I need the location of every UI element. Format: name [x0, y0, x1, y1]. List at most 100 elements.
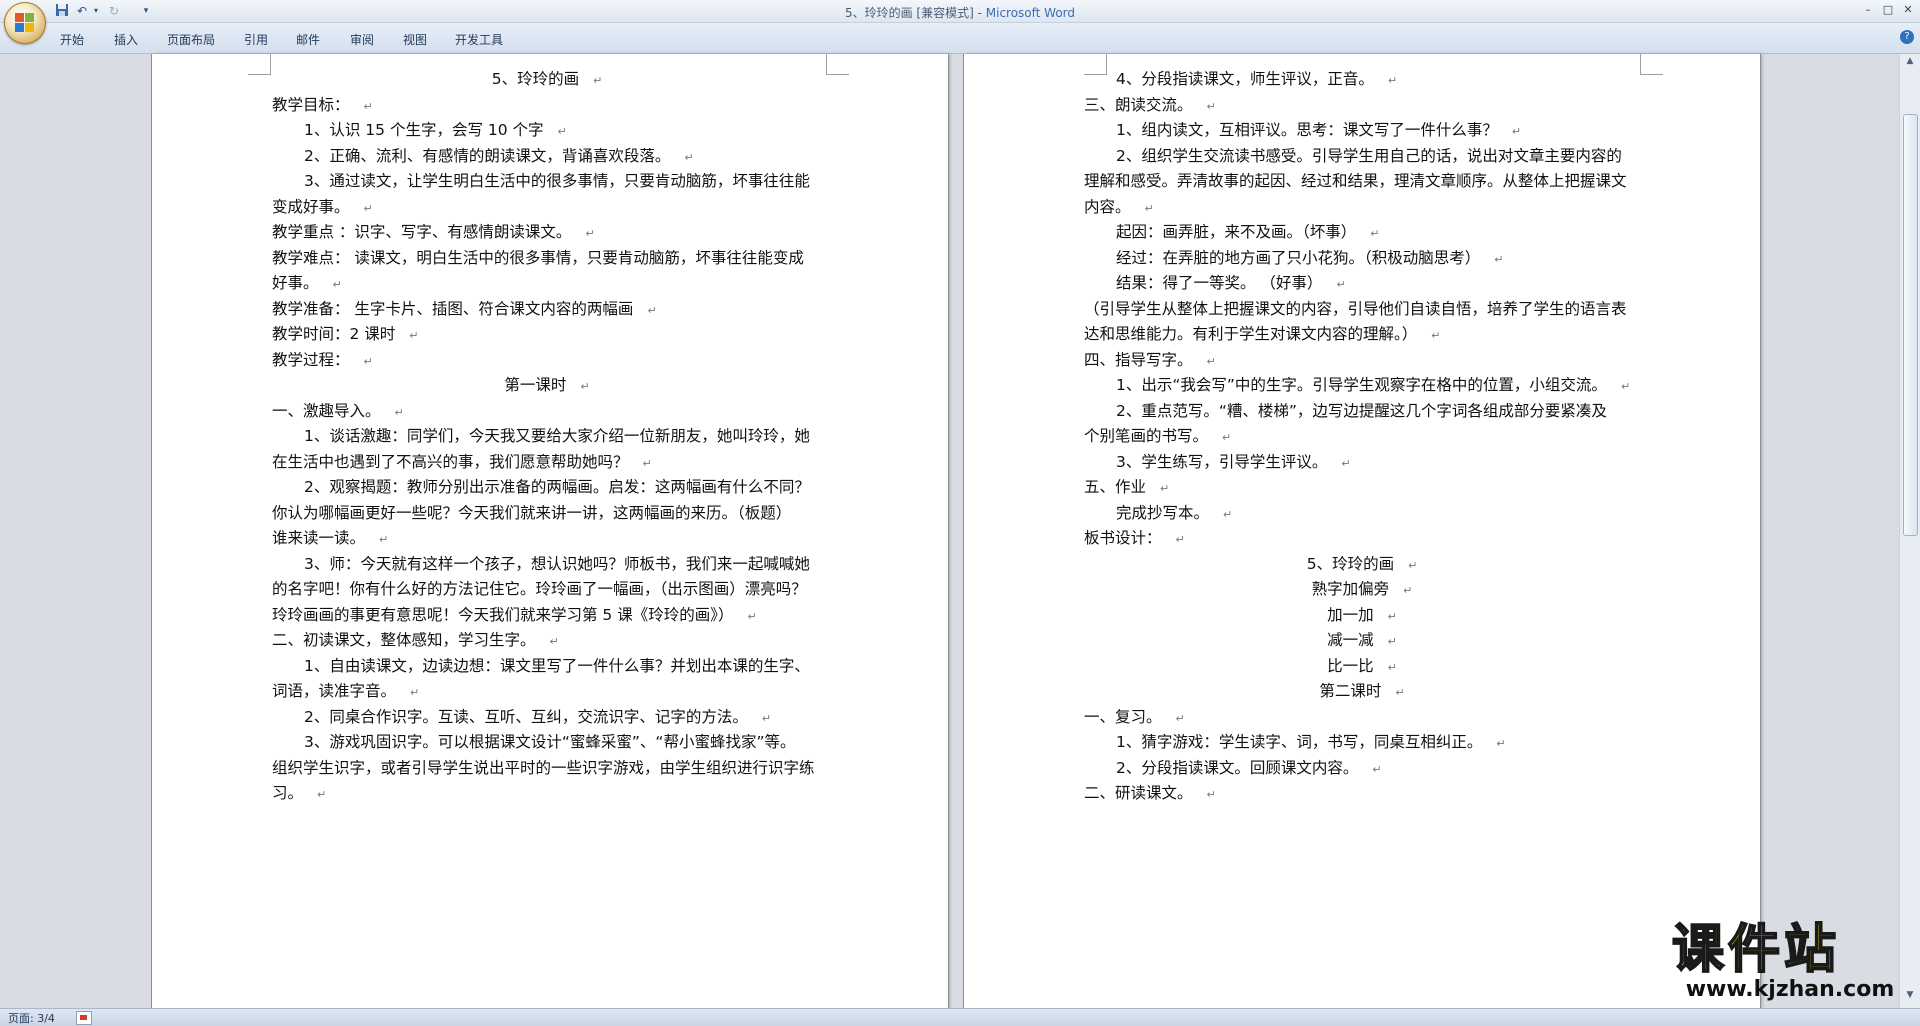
- line-text: 四、指导写字。: [1084, 350, 1193, 369]
- document-line: 减一减 ↵: [1084, 628, 1640, 650]
- line-text: 习。: [272, 784, 304, 802]
- line-text: 词语，读准字音。: [272, 682, 397, 700]
- document-line: 组织学生识字，或者引导学生说出平时的一些识字游戏，由学生组织进行识字练: [272, 756, 815, 778]
- vertical-scrollbar[interactable]: ▲ ▼: [1899, 54, 1920, 1008]
- paragraph-mark-icon: ↵: [1408, 558, 1418, 572]
- document-line: 教学重点 ：识字、写字、有感情朗读课文。 ↵: [272, 220, 595, 242]
- tab-insert[interactable]: 插入: [114, 31, 138, 48]
- document-line: （引导学生从整体上把握课文的内容，引导他们自读自悟，培养了学生的语言表: [1084, 297, 1627, 319]
- line-text: 4、分段指读课文，师生评议，正音。: [1116, 70, 1374, 88]
- document-line: 达和思维能力。有利于学生对课文内容的理解。） ↵: [1084, 322, 1440, 344]
- line-text: 内容。: [1084, 197, 1131, 216]
- paragraph-mark-icon: ↵: [317, 788, 327, 801]
- line-text: 1、认识 15 个生字，会写 10 个字: [304, 121, 544, 139]
- line-text: 1、谈话激趣：同学们，今天我又要给大家介绍一位新朋友，她叫玲玲，她: [304, 427, 810, 445]
- document-line: 经过：在弄脏的地方画了只小花狗。（积极动脑思考） ↵: [1116, 246, 1503, 268]
- paragraph-mark-icon: ↵: [394, 405, 404, 419]
- line-text: 5、玲玲的画: [1306, 554, 1395, 573]
- line-text: 1、出示“我会写”中的生字。引导学生观察字在格中的位置，小组交流。: [1116, 376, 1607, 394]
- document-line: 二、研读课文。 ↵: [1084, 781, 1216, 803]
- paragraph-mark-icon: ↵: [1431, 329, 1441, 342]
- document-line: 个别笔画的书写。 ↵: [1084, 424, 1231, 446]
- status-bar: 页面: 3/4: [0, 1008, 1920, 1026]
- paragraph-mark-icon: ↵: [1206, 354, 1216, 368]
- document-line: 五、作业 ↵: [1084, 475, 1169, 497]
- document-line: 二、初读课文，整体感知，学习生字。 ↵: [272, 628, 559, 650]
- document-line: 5、玲玲的画 ↵: [1084, 552, 1640, 574]
- paragraph-mark-icon: ↵: [1370, 227, 1380, 240]
- line-text: （引导学生从整体上把握课文的内容，引导他们自读自悟，培养了学生的语言表: [1084, 299, 1627, 318]
- line-text: 第一课时: [504, 376, 567, 394]
- document-line: 教学准备： 生字卡片、插图、符合课文内容的两幅画 ↵: [272, 297, 657, 319]
- paragraph-mark-icon: ↵: [1496, 737, 1506, 750]
- paragraph-mark-icon: ↵: [557, 125, 567, 138]
- document-line: 比一比 ↵: [1084, 654, 1640, 676]
- scrollbar-thumb[interactable]: [1903, 114, 1918, 536]
- document-line: 理解和感受。弄清故事的起因、经过和结果，理清文章顺序。从整体上把握课文: [1084, 169, 1627, 191]
- document-line: 2、同桌合作识字。互读、互听、互纠，交流识字、记字的方法。 ↵: [304, 705, 771, 727]
- paragraph-mark-icon: ↵: [1175, 711, 1185, 725]
- document-line: 1、猜字游戏：学生读字、词，书写，同桌互相纠正。 ↵: [1116, 730, 1506, 752]
- document-line: 2、组织学生交流读书感受。引导学生用自己的话，说出对文章主要内容的: [1116, 144, 1622, 166]
- document-line: 习。 ↵: [272, 781, 326, 803]
- window-title-app: Microsoft Word: [985, 6, 1076, 20]
- proofing-icon[interactable]: [76, 1011, 92, 1025]
- tab-mailings[interactable]: 邮件: [296, 31, 320, 48]
- paragraph-mark-icon: ↵: [409, 329, 419, 342]
- paragraph-mark-icon: ↵: [1511, 125, 1522, 138]
- document-page-right[interactable]: 4、分段指读课文，师生评议，正音。 ↵ 三、朗读交流。 ↵ 1、组内读文，互相评议。思考…: [964, 54, 1760, 1014]
- paragraph-mark-icon: ↵: [1372, 762, 1382, 776]
- paragraph-mark-icon: ↵: [647, 303, 657, 317]
- document-line: 2、分段指读课文。回顾课文内容。 ↵: [1116, 756, 1382, 778]
- office-button[interactable]: [4, 2, 46, 44]
- document-line: 在生活中也遇到了不高兴的事，我们愿意帮助她吗？ ↵: [272, 450, 652, 472]
- paragraph-mark-icon: ↵: [1341, 456, 1351, 470]
- line-text: 的名字吧！你有什么好的方法记住它。玲玲画了一幅画，（出示图画）漂亮吗？: [272, 580, 807, 598]
- line-text: 2、组织学生交流读书感受。引导学生用自己的话，说出对文章主要内容的: [1116, 146, 1622, 165]
- line-text: 教学过程：: [272, 350, 350, 369]
- line-text: 二、初读课文，整体感知，学习生字。: [272, 631, 536, 649]
- document-line: 内容。 ↵: [1084, 195, 1154, 217]
- tab-page-layout[interactable]: 页面布局: [167, 31, 215, 48]
- paragraph-mark-icon: ↵: [593, 74, 603, 87]
- paragraph-mark-icon: ↵: [1160, 482, 1170, 495]
- line-text: 1、自由读课文，边读边想：课文里写了一件什么事？并划出本课的生字、: [304, 656, 810, 675]
- scroll-up-icon[interactable]: ▲: [1902, 56, 1918, 70]
- tab-home[interactable]: 开始: [60, 31, 84, 48]
- tab-view[interactable]: 视图: [403, 31, 427, 48]
- tab-review[interactable]: 审阅: [350, 31, 374, 48]
- document-page-left[interactable]: 5、玲玲的画 ↵ 教学目标： ↵ 1、认识 15 个生字，会写 10 个字 ↵ 2、正确、流…: [152, 54, 948, 1014]
- paragraph-mark-icon: ↵: [1387, 74, 1398, 87]
- watermark-url: www.kjzhan.com: [1685, 977, 1895, 1002]
- document-line: 3、学生练写，引导学生评议。 ↵: [1116, 450, 1351, 472]
- document-line: 加一加 ↵: [1084, 603, 1640, 625]
- document-line: 词语，读准字音。 ↵: [272, 679, 419, 701]
- document-line: 教学目标： ↵: [272, 93, 373, 115]
- line-text: 2、观察揭题：教师分别出示准备的两幅画。启发：这两幅画有什么不同？: [304, 478, 810, 496]
- paragraph-mark-icon: ↵: [1395, 686, 1405, 699]
- document-line: 4、分段指读课文，师生评议，正音。 ↵: [1116, 67, 1397, 89]
- line-text: 第二课时: [1319, 682, 1382, 700]
- line-text: 个别笔画的书写。: [1084, 427, 1209, 445]
- paragraph-mark-icon: ↵: [1144, 201, 1154, 215]
- minimize-icon[interactable]: –: [1860, 3, 1876, 17]
- line-text: 一、激趣导入。: [272, 401, 381, 420]
- document-line: 一、激趣导入。 ↵: [272, 399, 404, 421]
- page-indicator[interactable]: 页面: 3/4: [8, 1010, 55, 1026]
- line-text: 谁来读一读。: [272, 529, 366, 547]
- line-text: 教学准备： 生字卡片、插图、符合课文内容的两幅画: [272, 299, 634, 318]
- maximize-icon[interactable]: □: [1880, 3, 1896, 17]
- line-text: 1、组内读文，互相评议。思考：课文写了一件什么事？: [1116, 121, 1498, 139]
- line-text: 教学时间：2 课时: [272, 325, 396, 343]
- tab-references[interactable]: 引用: [244, 31, 268, 48]
- paragraph-mark-icon: ↵: [642, 456, 652, 470]
- help-icon[interactable]: ?: [1900, 30, 1914, 44]
- document-line: 第一课时 ↵: [272, 373, 822, 395]
- close-icon[interactable]: ✕: [1900, 3, 1916, 17]
- paragraph-mark-icon: ↵: [1223, 507, 1233, 521]
- line-text: 经过：在弄脏的地方画了只小花狗。（积极动脑思考）: [1116, 248, 1481, 267]
- document-line: 的名字吧！你有什么好的方法记住它。玲玲画了一幅画，（出示图画）漂亮吗？: [272, 577, 807, 599]
- tab-developer[interactable]: 开发工具: [455, 31, 503, 48]
- paragraph-mark-icon: ↵: [379, 533, 389, 546]
- line-text: 5、玲玲的画: [491, 70, 580, 88]
